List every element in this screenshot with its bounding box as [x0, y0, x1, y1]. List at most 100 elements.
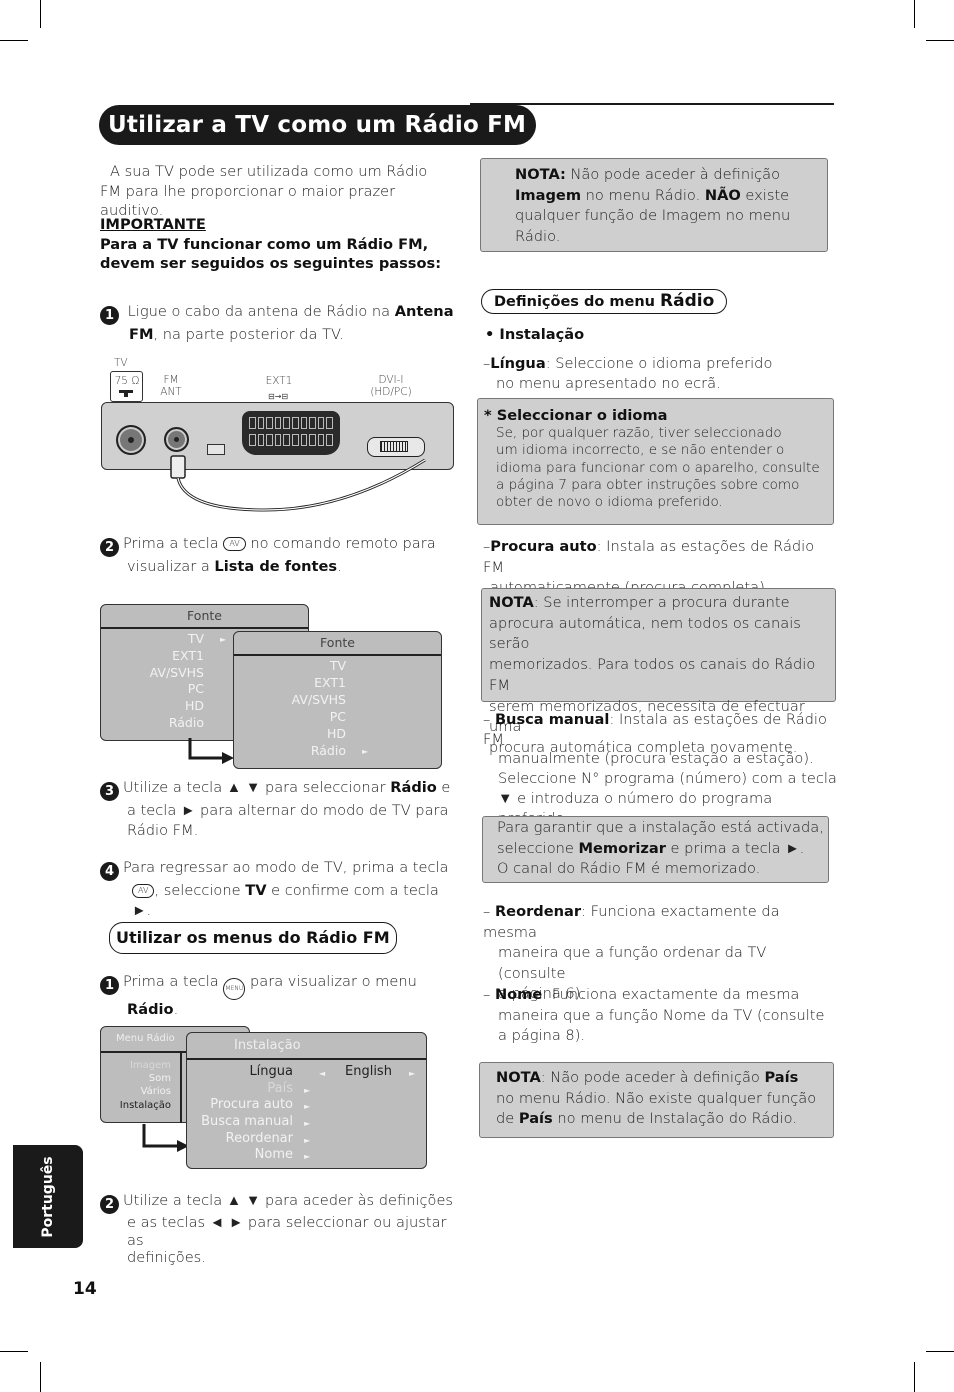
step-text: a tecla ► para alternar do modo de TV pa…	[127, 802, 449, 819]
language-tab: Português	[13, 1145, 83, 1248]
menu-item[interactable]: HD	[185, 698, 204, 713]
scart-pin	[283, 417, 290, 429]
antenna-cable	[170, 455, 426, 512]
menu-item[interactable]: Vários	[141, 1086, 171, 1097]
important-block: IMPORTANTE Para a TV funcionar como um R…	[100, 215, 460, 274]
arrow-right-icon: ►	[220, 635, 227, 644]
step-number: 1	[100, 306, 119, 325]
menu-item[interactable]: PC	[188, 681, 204, 696]
menu-item[interactable]: PC	[330, 709, 346, 724]
crop-mark	[926, 40, 954, 41]
av-key-icon: AV	[223, 537, 246, 551]
step-bold: Antena	[394, 303, 454, 320]
menu-item-selected[interactable]: Língua	[249, 1064, 293, 1079]
step-bold: FM	[129, 326, 154, 343]
crop-mark	[40, 1362, 41, 1392]
step-text: Utilize a tecla ▲ ▼ para seleccionar	[123, 779, 391, 796]
step-number: 4	[100, 862, 119, 881]
menu-item[interactable]: AV/SVHS	[150, 665, 204, 680]
crop-mark	[914, 1362, 915, 1392]
step-text: , seleccione	[154, 882, 246, 899]
lingua-value: English	[345, 1064, 392, 1079]
scart-pin	[300, 417, 308, 429]
step-text: , na parte posterior da TV.	[153, 326, 344, 343]
ext1-label: EXT1	[265, 375, 293, 387]
menu-arrow	[188, 738, 234, 764]
arrow-right-icon: ►	[304, 1152, 311, 1161]
menu-item[interactable]: Rádio	[169, 715, 204, 730]
menu-item[interactable]: Busca manual	[201, 1114, 293, 1129]
ohm-box: 75 Ω	[110, 371, 143, 402]
intro-text: A sua TV pode ser utilizada como um Rádi…	[100, 162, 450, 221]
step-bold: Rádio	[390, 779, 437, 796]
menu-item-disabled[interactable]: País	[267, 1081, 293, 1096]
menu-title: Fonte	[101, 605, 308, 629]
arrow-left-icon: ◄	[319, 1069, 326, 1078]
menu-key-icon: MENU	[223, 978, 246, 1000]
menu-item[interactable]: AV/SVHS	[292, 692, 346, 707]
fm-label: FM ANT	[158, 374, 184, 398]
step-text: Prima a tecla	[123, 535, 224, 552]
step-number: 1	[100, 976, 119, 995]
radio-step-4: 4 Para regressar ao modo de TV, prima a t…	[100, 858, 460, 920]
important-line: devem ser seguidos os seguintes passos:	[100, 255, 442, 272]
crop-mark	[926, 1351, 954, 1352]
tv-label: TV	[114, 357, 128, 369]
scart-pin	[317, 417, 325, 429]
fm-text: FM	[163, 374, 179, 386]
step-text: para visualizar o menu	[245, 973, 417, 990]
scart-pin	[249, 417, 256, 429]
ant-text: ANT	[160, 386, 182, 398]
dvi-label: DVI-I (HD/PC)	[368, 374, 414, 398]
menu-item[interactable]: Procura auto	[210, 1097, 293, 1112]
arrow-right-icon: ►	[304, 1119, 311, 1128]
arrow-right-icon: ►	[304, 1136, 311, 1145]
menus-step-2: 2 Utilize a tecla ▲ ▼ para aceder às defi…	[100, 1192, 460, 1267]
dvi-text: DVI-I	[378, 374, 404, 386]
crop-mark	[40, 0, 41, 28]
source-menu-2: Fonte TV EXT1 AV/SVHS PC HD Rádio ►	[233, 631, 442, 769]
step-text: e	[436, 779, 451, 796]
menu-item[interactable]: EXT1	[314, 675, 346, 690]
crop-mark	[0, 1351, 28, 1352]
step-text: .	[337, 558, 342, 575]
menu-item[interactable]: Reordenar	[226, 1131, 293, 1146]
crop-mark	[914, 0, 915, 28]
menu-item[interactable]: Rádio	[311, 743, 346, 758]
step-bold: Rádio	[127, 1001, 174, 1018]
step-text: visualizar a	[127, 558, 215, 575]
scart-pin	[291, 417, 299, 429]
menu-item[interactable]: Som	[149, 1073, 171, 1084]
important-line: Para a TV funcionar como um Rádio FM,	[100, 235, 429, 253]
step-number: 2	[100, 1195, 119, 1214]
step-text: Ligue o cabo da antena de Rádio na	[127, 303, 395, 320]
menu-item[interactable]: HD	[327, 726, 346, 741]
menu-item-selected[interactable]: Instalação	[120, 1100, 171, 1111]
scart-pin	[266, 417, 273, 429]
menu-item[interactable]: TV	[188, 631, 204, 646]
language-tab-label: Português	[40, 1155, 56, 1238]
step-text: Utilize a tecla ▲ ▼ para aceder às defin…	[123, 1192, 454, 1209]
step-text: no comando remoto para	[245, 535, 436, 552]
menu-title: Fonte	[234, 632, 441, 656]
arrow-right-icon: ►	[304, 1086, 311, 1095]
scart-pin	[326, 417, 333, 429]
menu-item-disabled[interactable]: Imagem	[130, 1060, 171, 1071]
step-number: 2	[100, 538, 119, 557]
ohm-label: 75 Ω	[114, 375, 140, 387]
step-text: Prima a tecla	[123, 973, 224, 990]
radio-step-1: 1 Ligue o cabo da antena de Rádio na Ant…	[100, 302, 460, 345]
page-number: 14	[73, 1279, 97, 1299]
menu-item[interactable]: EXT1	[172, 648, 204, 663]
bullet-instalacao: • Instalação	[485, 326, 585, 343]
step-text: e as teclas ◄ ► para seleccionar ou ajus…	[127, 1214, 447, 1249]
menu-item[interactable]: Nome	[255, 1147, 293, 1162]
crop-mark	[0, 40, 28, 41]
menu-item[interactable]: TV	[330, 658, 346, 673]
page-title: Utilizar a TV como um Rádio FM	[99, 105, 537, 145]
step-text: Rádio FM.	[127, 821, 199, 839]
arrow-right-icon: ►	[304, 1102, 311, 1111]
header-rule	[470, 103, 834, 105]
note-pais-text: NOTA: Não pode aceder à definição País n…	[496, 1069, 817, 1128]
lingua-desc: –Língua: Seleccione o idioma preferido n…	[483, 355, 773, 392]
